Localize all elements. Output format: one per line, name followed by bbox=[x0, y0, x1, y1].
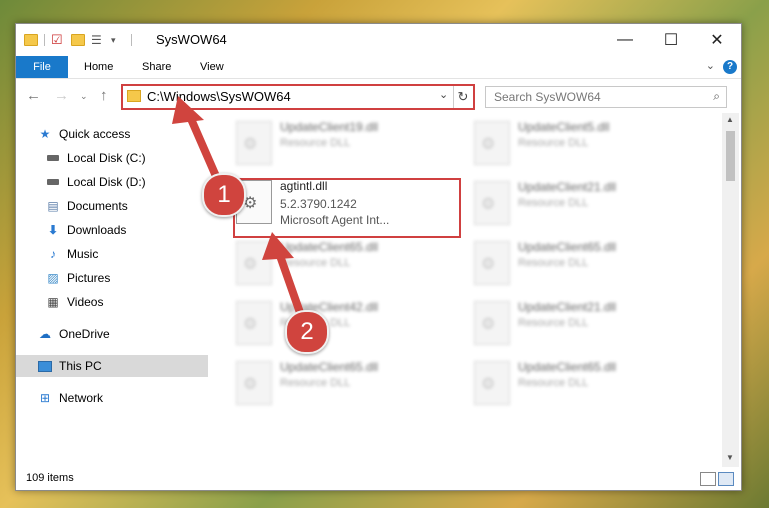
arrow-head-icon bbox=[262, 232, 294, 260]
tutorial-arrows bbox=[172, 96, 308, 328]
step-badge-2: 2 bbox=[285, 310, 329, 354]
step-badge-1: 1 bbox=[202, 173, 246, 217]
arrow-head-icon bbox=[172, 96, 204, 124]
